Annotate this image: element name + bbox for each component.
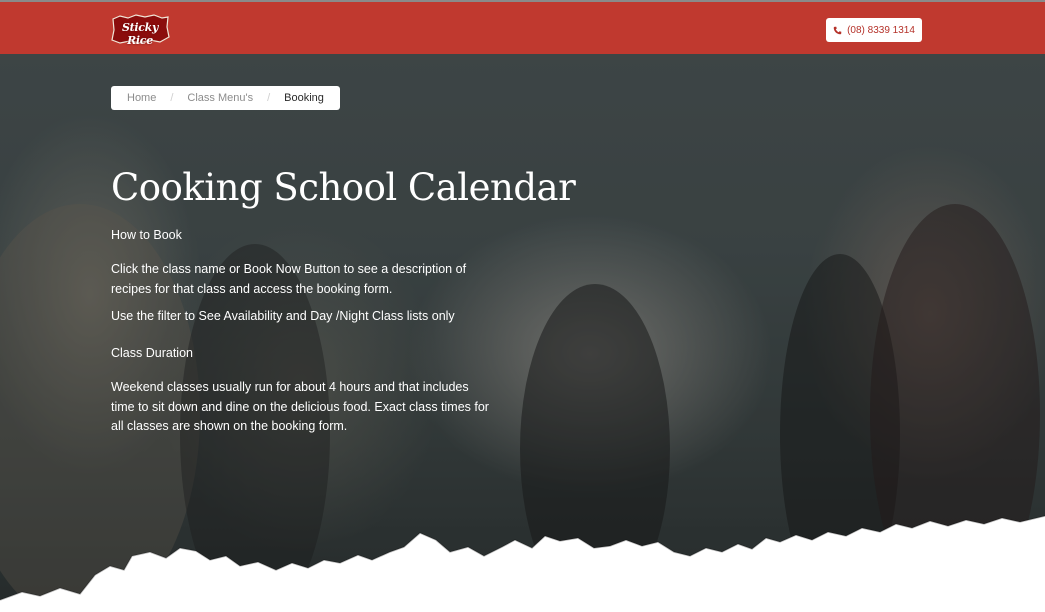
phone-icon	[833, 26, 842, 34]
phone-number-label: (08) 8339 1314	[847, 24, 915, 36]
breadcrumb-separator: /	[267, 92, 271, 104]
breadcrumb-home-link[interactable]: Home	[127, 92, 156, 104]
how-to-book-heading: How to Book	[111, 228, 182, 242]
hero-section: Home / Class Menu's / Booking Cooking Sc…	[0, 54, 1045, 612]
phone-button[interactable]: (08) 8339 1314	[826, 18, 922, 42]
filter-instructions-text: Use the filter to See Availability and D…	[111, 309, 455, 323]
class-duration-heading: Class Duration	[111, 346, 193, 360]
header-bar: Sticky Rice (08) 8339 1314	[0, 0, 1045, 54]
logo-text: Sticky Rice	[121, 21, 159, 47]
hero-overlay	[0, 54, 1045, 612]
page-title: Cooking School Calendar	[111, 166, 576, 209]
how-to-book-text: Click the class name or Book Now Button …	[111, 262, 467, 296]
breadcrumb-separator: /	[170, 92, 174, 104]
sticky-rice-logo[interactable]: Sticky Rice	[110, 13, 170, 47]
breadcrumb-current-booking: Booking	[284, 92, 324, 104]
breadcrumb-class-menus-link[interactable]: Class Menu's	[187, 92, 253, 104]
class-duration-text: Weekend classes usually run for about 4 …	[111, 380, 489, 433]
breadcrumb: Home / Class Menu's / Booking	[111, 86, 340, 110]
